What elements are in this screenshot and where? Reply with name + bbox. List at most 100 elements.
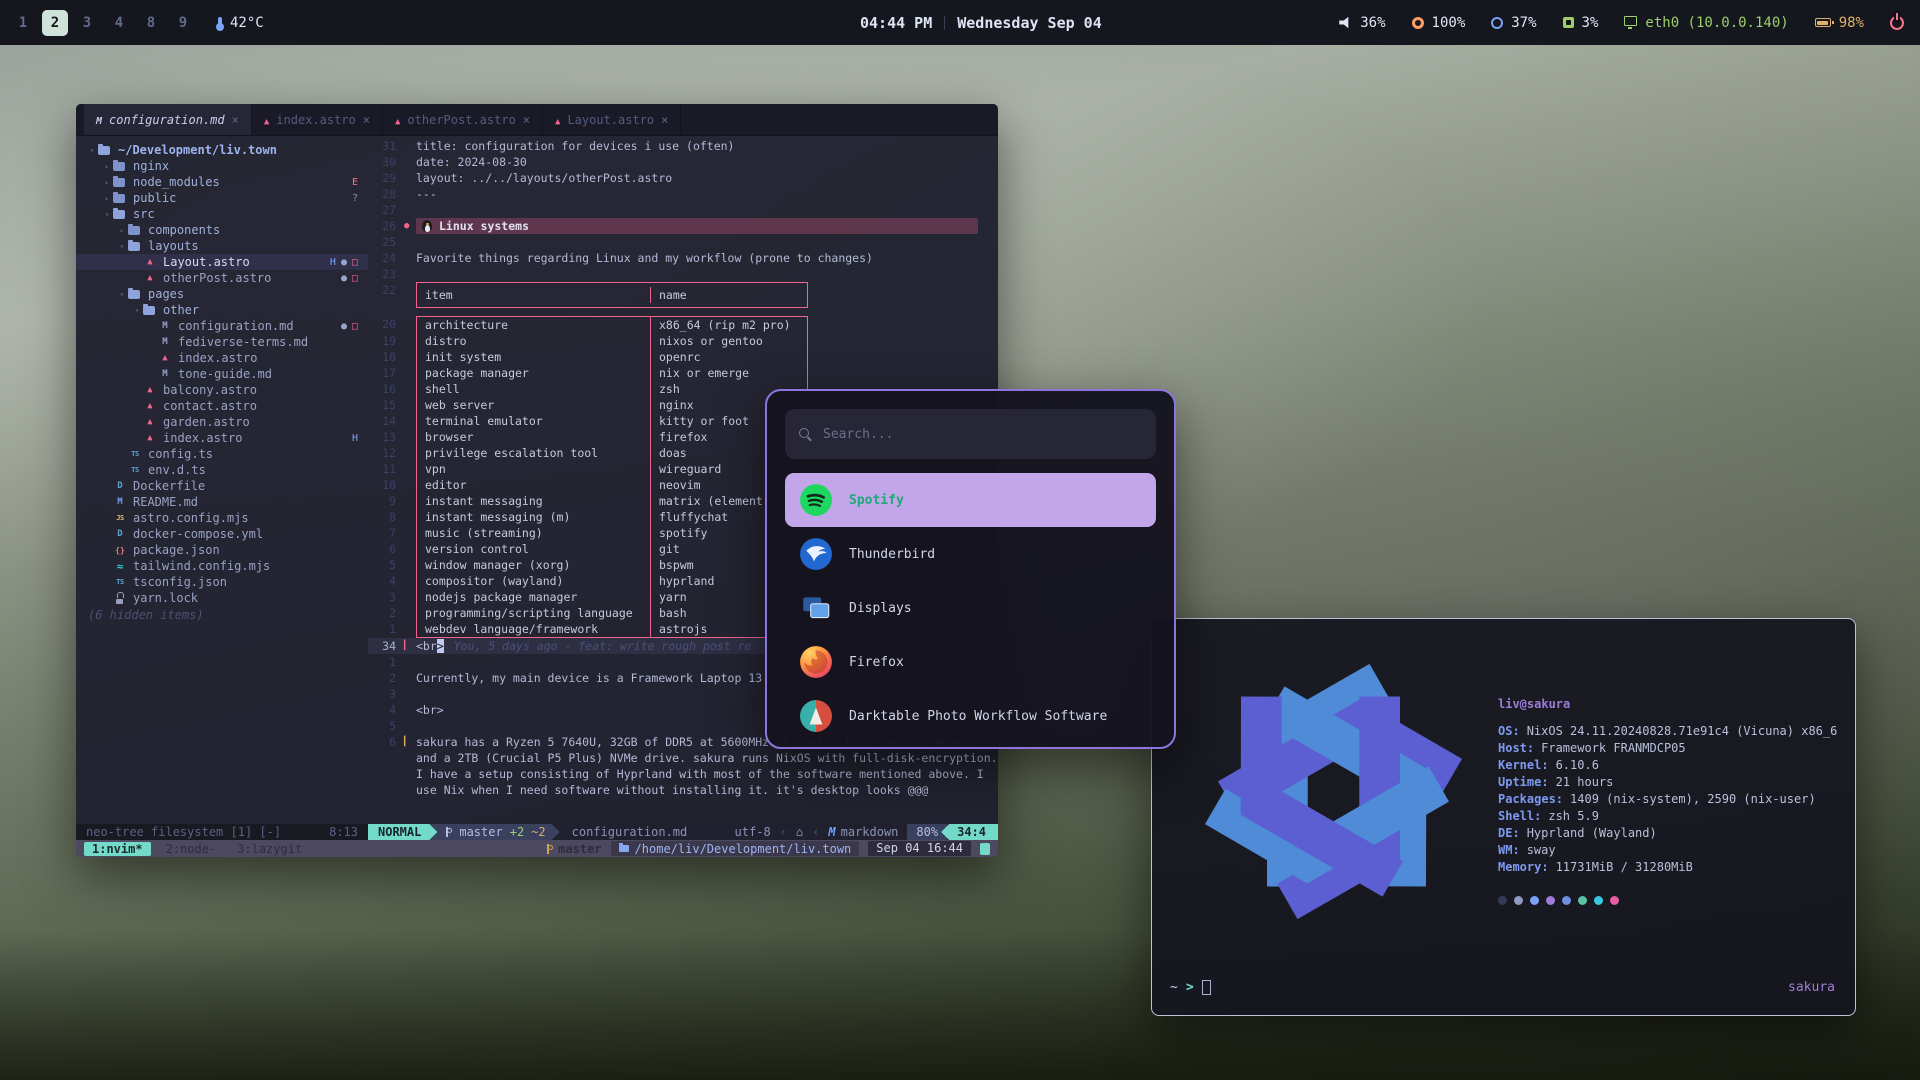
tree-item-label: Dockerfile [133,479,205,493]
close-tab-icon[interactable]: × [232,113,239,127]
statusline-filename: configuration.md [572,825,688,839]
module-volume[interactable]: 36% [1339,15,1385,31]
terminal-cursor [1202,980,1211,995]
tree-item[interactable]: env.d.ts [76,462,368,478]
tree-item[interactable]: astro.config.mjs [76,510,368,526]
app-item-thunderbird[interactable]: Thunderbird [785,527,1156,581]
search-box[interactable] [785,409,1156,459]
markdown-icon [828,825,840,839]
buffer-line[interactable]: 23 [368,266,998,282]
table-cell: web server [417,397,650,413]
close-tab-icon[interactable]: × [363,113,370,127]
tree-item-label: nginx [133,159,169,173]
tree-item[interactable]: yarn.lock [76,590,368,606]
tree-item-label: Layout.astro [163,255,250,269]
git-status-markers: ●□ [341,321,360,332]
fetch-key: Shell: [1498,809,1541,823]
buffer-line[interactable]: 31title: configuration for devices i use… [368,138,998,154]
tmux-git-branch: master [544,842,601,856]
expander-icon: ▾ [101,210,113,219]
close-tab-icon[interactable]: × [523,113,530,127]
tree-item[interactable]: package.json [76,542,368,558]
buffer-line[interactable]: 19distronixos or gentoo [368,333,998,349]
module-battery[interactable]: 98% [1815,15,1864,31]
module-cpu[interactable]: 3% [1563,15,1599,31]
buffer-line[interactable] [368,308,998,316]
fetch-info-line: OS:NixOS 24.11.20240828.71e91c4 (Vicuna)… [1498,723,1837,740]
buffer-line[interactable]: 28--- [368,186,998,202]
sign-column [404,365,416,381]
workspace-1[interactable]: 1 [10,10,36,36]
tree-item[interactable]: ▾src [76,206,368,222]
tree-item-label: otherPost.astro [163,271,271,285]
tree-item[interactable]: balcony.astro [76,382,368,398]
app-item-firefox[interactable]: Firefox [785,635,1156,689]
tree-item[interactable]: index.astroH [76,430,368,446]
app-item-darktable[interactable]: Darktable Photo Workflow Software [785,689,1156,743]
tree-item[interactable]: garden.astro [76,414,368,430]
shell-prompt[interactable]: ~ > [1170,980,1211,995]
editor-tab[interactable]: index.astro× [252,104,383,135]
tab-label: configuration.md [109,113,225,127]
filetype-segment: markdown [828,825,898,839]
tmux-window[interactable]: 1:nvim* [84,842,151,856]
tree-item[interactable]: README.md [76,494,368,510]
tree-item[interactable]: ▸nginx [76,158,368,174]
buffer-line[interactable]: 24Favorite things regarding Linux and my… [368,250,998,266]
sign-column [404,557,416,573]
tree-item[interactable]: otherPost.astro●□ [76,270,368,286]
buffer-line[interactable]: 27 [368,202,998,218]
buffer-line[interactable]: 26●Linux systems [368,218,998,234]
buffer-line[interactable]: 29layout: ../../layouts/otherPost.astro [368,170,998,186]
tree-item[interactable]: tsconfig.json [76,574,368,590]
tmux-window[interactable]: 3:lazygit [231,842,308,856]
tree-item[interactable]: Dockerfile [76,478,368,494]
app-item-displays[interactable]: Displays [785,581,1156,635]
folder-open-icon [128,290,140,299]
tree-item[interactable]: contact.astro [76,398,368,414]
tree-item[interactable]: index.astro [76,350,368,366]
tree-item[interactable]: docker-compose.yml [76,526,368,542]
line-number: 5 [368,557,404,573]
buffer-line[interactable]: 17package managernix or emerge [368,365,998,381]
module-disk[interactable]: 37% [1491,15,1536,31]
buffer-line[interactable]: 25 [368,234,998,250]
tree-root[interactable]: ▾~/Development/liv.town [76,142,368,158]
module-network[interactable]: eth0 (10.0.0.140) [1624,15,1788,31]
tree-item[interactable]: ▾pages [76,286,368,302]
search-input[interactable] [823,427,1142,442]
tree-item[interactable]: Layout.astroH●□ [76,254,368,270]
editor-tab[interactable]: otherPost.astro× [383,104,543,135]
workspace-9[interactable]: 9 [170,10,196,36]
tree-item[interactable]: ▸public? [76,190,368,206]
tree-item[interactable]: configuration.md●□ [76,318,368,334]
tree-item[interactable]: tailwind.config.mjs [76,558,368,574]
workspace-8[interactable]: 8 [138,10,164,36]
editor-tab[interactable]: Layout.astro× [543,104,681,135]
editor-tab[interactable]: configuration.md × [84,104,252,135]
tree-item[interactable]: ▸components [76,222,368,238]
cursor-block: > [437,639,444,653]
tree-item[interactable]: ▾layouts [76,238,368,254]
tree-item[interactable]: fediverse-terms.md [76,334,368,350]
buffer-line[interactable]: 22itemname [368,282,998,308]
tree-item-label: tsconfig.json [133,575,227,589]
tmux-window[interactable]: 2:node- [160,842,223,856]
buffer-line[interactable]: 30date: 2024-08-30 [368,154,998,170]
sign-column [404,493,416,509]
close-tab-icon[interactable]: × [661,113,668,127]
buffer-line[interactable]: 20architecturex86_64 (rip m2 pro) [368,316,998,333]
tree-item[interactable]: ▸node_modulesE [76,174,368,190]
workspaces: 123489 [10,10,196,36]
buffer-line[interactable]: 18init systemopenrc [368,349,998,365]
power-icon[interactable] [1890,16,1904,30]
workspace-2[interactable]: 2 [42,10,68,36]
workspace-4[interactable]: 4 [106,10,132,36]
app-item-spotify[interactable]: Spotify [785,473,1156,527]
workspace-3[interactable]: 3 [74,10,100,36]
line-text: webdev language/frameworkastrojs [416,621,808,638]
tree-item[interactable]: config.ts [76,446,368,462]
tree-item[interactable]: ▾other [76,302,368,318]
tree-item[interactable]: tone-guide.md [76,366,368,382]
module-brightness[interactable]: 100% [1412,15,1466,31]
